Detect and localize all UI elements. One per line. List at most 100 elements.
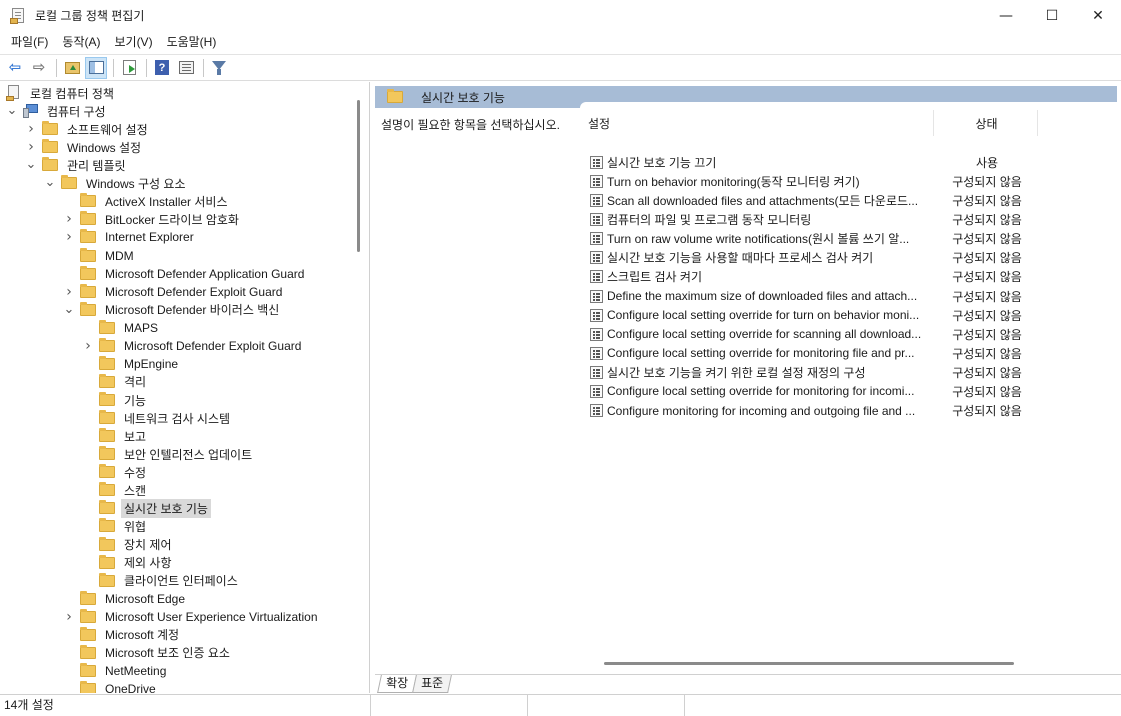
tree-item[interactable]: Microsoft Defender Application Guard: [63, 265, 307, 283]
help-button[interactable]: ?: [151, 57, 173, 79]
setting-state: 구성되지 않음: [952, 232, 1022, 247]
chevron-right-icon[interactable]: ›: [25, 120, 37, 138]
chevron-down-icon[interactable]: ⌄: [25, 156, 37, 174]
status-text: 14개 설정: [4, 698, 54, 712]
folder-icon: [99, 554, 115, 569]
menu-view[interactable]: 보기(V): [107, 31, 159, 53]
tree-item[interactable]: NetMeeting: [63, 662, 169, 680]
chevron-right-icon[interactable]: ›: [25, 138, 37, 156]
setting-state: 구성되지 않음: [952, 270, 1022, 285]
tree-item[interactable]: ⌄ 관리 템플릿: [25, 156, 129, 174]
settings-list[interactable]: 설정 상태 실시간 보호 기능 끄기 사용 Turn on behavior mon…: [580, 102, 1120, 668]
tree-item[interactable]: ActiveX Installer 서비스: [63, 192, 231, 210]
chevron-down-icon[interactable]: ⌄: [44, 174, 56, 192]
folder-icon: [99, 464, 115, 479]
tab-standard[interactable]: 표준: [412, 675, 453, 693]
table-row[interactable]: 실시간 보호 기능을 사용할 때마다 프로세스 검사 켜기 구성되지 않음: [590, 248, 1022, 267]
table-row[interactable]: 실시간 보호 기능을 켜기 위한 로컬 설정 재정의 구성 구성되지 않음: [590, 363, 1022, 382]
chevron-right-icon[interactable]: ›: [82, 337, 94, 355]
tree-item[interactable]: › 소프트웨어 설정: [25, 120, 151, 138]
status-bar: 14개 설정: [0, 694, 1121, 716]
table-row[interactable]: Configure local setting override for mon…: [590, 344, 1022, 363]
table-row[interactable]: 스크립트 검사 켜기 구성되지 않음: [590, 267, 1022, 286]
table-row[interactable]: Configure local setting override for sca…: [590, 325, 1022, 344]
tree-item[interactable]: 네트워크 검사 시스템: [82, 409, 233, 427]
tree-item[interactable]: Microsoft 보조 인증 요소: [63, 644, 233, 662]
tree-item[interactable]: Microsoft Edge: [63, 590, 188, 608]
chevron-right-icon[interactable]: ›: [63, 608, 75, 626]
tree-item[interactable]: MAPS: [82, 319, 161, 337]
table-row[interactable]: Configure local setting override for tur…: [590, 306, 1022, 325]
filter-button[interactable]: [208, 57, 230, 79]
tree-item[interactable]: › Microsoft User Experience Virtualizatio…: [63, 608, 321, 626]
table-row[interactable]: 컴퓨터의 파일 및 프로그램 동작 모니터링 구성되지 않음: [590, 210, 1022, 229]
toolbar-separator: [146, 58, 147, 77]
policy-setting-icon: [590, 384, 603, 398]
group-policy-app-icon: [10, 7, 26, 24]
tree-item[interactable]: › Internet Explorer: [63, 228, 197, 246]
column-header-state[interactable]: 상태: [936, 110, 1038, 136]
tree-item[interactable]: Microsoft 계정: [63, 626, 182, 644]
menu-help[interactable]: 도움말(H): [160, 31, 224, 53]
tree-item[interactable]: 보안 인텔리전스 업데이트: [82, 445, 255, 463]
console-tree[interactable]: 로컬 컴퓨터 정책 ⌄ 컴퓨터 구성 › 소프트웨어 설정 › Windows 설정 ⌄ 관리 …: [0, 82, 370, 693]
tree-item[interactable]: 제외 사항: [82, 554, 175, 572]
tree-item[interactable]: › Microsoft Defender Exploit Guard: [82, 337, 304, 355]
tree-item-label: 로컬 컴퓨터 정책: [30, 86, 114, 101]
window-title: 로컬 그룹 정책 편집기: [35, 9, 145, 23]
tab-extended[interactable]: 확장: [377, 675, 418, 693]
tree-item[interactable]: OneDrive: [63, 680, 159, 693]
close-button[interactable]: ✕: [1075, 0, 1121, 31]
menu-file[interactable]: 파일(F): [4, 31, 55, 53]
menu-action[interactable]: 동작(A): [55, 31, 107, 53]
table-row[interactable]: Turn on behavior monitoring(동작 모니터링 켜기) 구…: [590, 172, 1022, 191]
column-header-setting[interactable]: 설정: [588, 110, 934, 136]
table-row[interactable]: Define the maximum size of downloaded fi…: [590, 287, 1022, 306]
tree-item[interactable]: 격리: [82, 373, 149, 391]
horizontal-scrollbar[interactable]: [604, 662, 1014, 665]
tree-item[interactable]: 스캔: [82, 481, 149, 499]
tree-item[interactable]: › Microsoft Defender Exploit Guard: [63, 283, 285, 301]
tree-item[interactable]: 수정: [82, 463, 149, 481]
forward-icon: ⇨: [32, 58, 46, 76]
forward-button[interactable]: ⇨: [28, 57, 50, 79]
chevron-right-icon[interactable]: ›: [63, 228, 75, 246]
minimize-button[interactable]: —: [983, 0, 1029, 31]
tree-item[interactable]: 장치 제어: [82, 536, 175, 554]
tree-item[interactable]: MDM: [63, 247, 137, 265]
vertical-scrollbar[interactable]: [357, 100, 360, 252]
show-hide-tree-button[interactable]: [85, 56, 107, 79]
tree-item[interactable]: 실시간 보호 기능: [82, 498, 211, 518]
table-row[interactable]: 실시간 보호 기능 끄기 사용: [590, 153, 998, 172]
tree-item[interactable]: 보고: [82, 427, 149, 445]
tree-item[interactable]: 로컬 컴퓨터 정책: [6, 84, 117, 102]
chevron-down-icon[interactable]: ⌄: [63, 301, 75, 319]
tree-item[interactable]: 위협: [82, 517, 149, 535]
window-controls: — ☐ ✕: [983, 0, 1121, 31]
table-row[interactable]: Turn on raw volume write notifications(원…: [590, 229, 1022, 248]
chevron-down-icon[interactable]: ⌄: [6, 102, 18, 120]
chevron-right-icon[interactable]: ›: [63, 283, 75, 301]
tree-item-label: 격리: [124, 375, 147, 390]
back-button[interactable]: ⇦: [4, 57, 26, 79]
maximize-button[interactable]: ☐: [1029, 0, 1075, 31]
tree-item[interactable]: 기능: [82, 391, 149, 409]
tree-item[interactable]: ⌄ Windows 구성 요소: [44, 174, 189, 192]
export-list-button[interactable]: [118, 57, 140, 79]
tree-item[interactable]: ⌄ Microsoft Defender 바이러스 백신: [63, 301, 282, 319]
table-row[interactable]: Scan all downloaded files and attachment…: [590, 191, 1022, 210]
tree-item[interactable]: 클라이언트 인터페이스: [82, 572, 241, 590]
tree-item[interactable]: MpEngine: [82, 355, 181, 373]
table-row[interactable]: Configure monitoring for incoming and ou…: [590, 401, 1022, 420]
tree-item[interactable]: › Windows 설정: [25, 138, 144, 156]
description-panel: 설명이 필요한 항목을 선택하십시오.: [375, 108, 580, 668]
tree-item[interactable]: ⌄ 컴퓨터 구성: [6, 102, 109, 120]
tree-item[interactable]: › BitLocker 드라이브 암호화: [63, 210, 242, 228]
table-row[interactable]: Configure local setting override for mon…: [590, 382, 1022, 401]
chevron-right-icon[interactable]: ›: [63, 210, 75, 228]
up-one-level-button[interactable]: [61, 57, 83, 79]
properties-button[interactable]: [175, 57, 197, 79]
status-segment: [370, 695, 527, 716]
